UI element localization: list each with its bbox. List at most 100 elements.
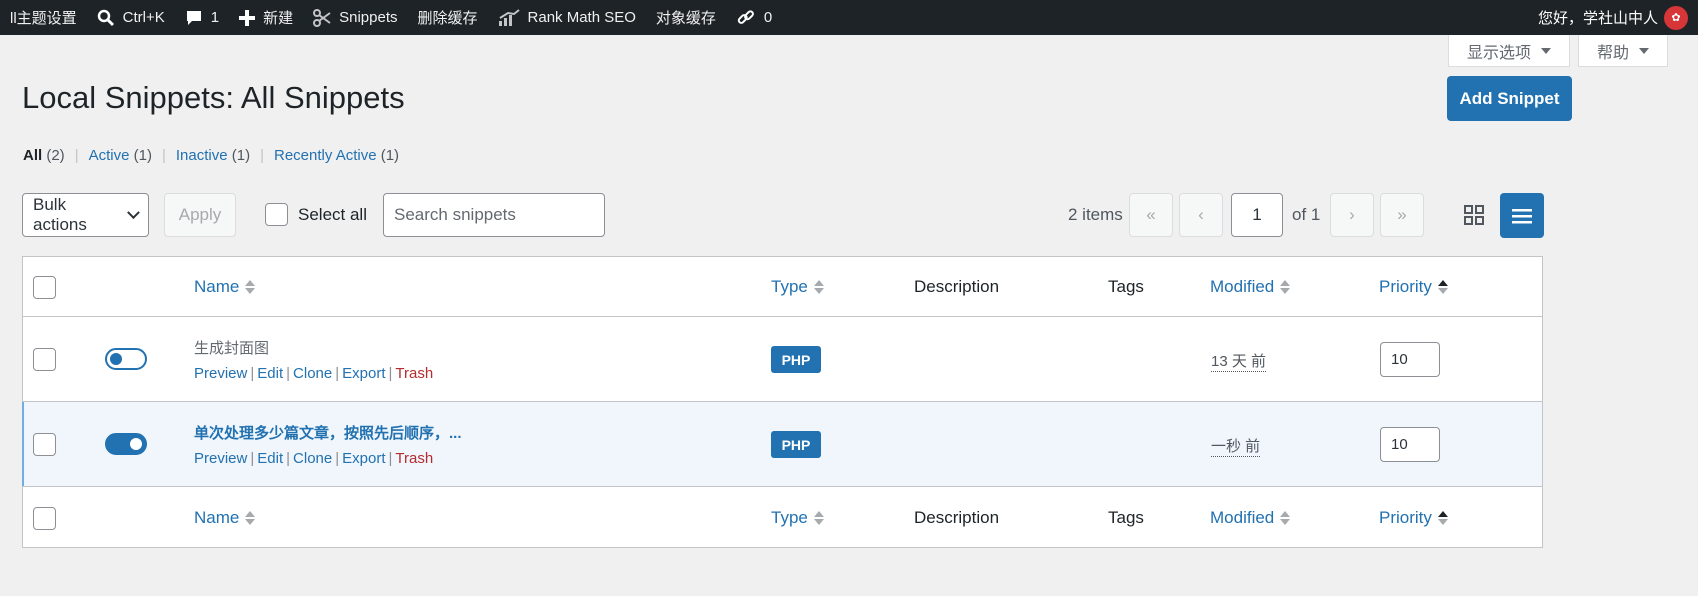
column-name-header[interactable]: Name	[194, 277, 256, 297]
account-menu[interactable]: 您好，学社山中人 ✿	[1538, 0, 1698, 35]
search-menu[interactable]: Ctrl+K	[87, 0, 175, 35]
theme-settings-label: ll主题设置	[10, 10, 77, 27]
type-badge[interactable]: PHP	[771, 346, 821, 373]
column-name-label: Name	[194, 508, 240, 527]
greeting-label: 您好，学社山中人	[1537, 10, 1658, 27]
bulk-actions-select[interactable]: Bulk actions	[22, 193, 149, 237]
column-modified-footer[interactable]: Modified	[1210, 508, 1291, 528]
snippets-label: Snippets	[339, 9, 398, 26]
comments-count: 1	[210, 9, 220, 26]
modified-time: 一秒 前	[1211, 435, 1261, 457]
snippet-name-link[interactable]: 单次处理多少篇文章，按照先后顺序，...	[194, 422, 462, 443]
export-link[interactable]: Export	[342, 365, 385, 382]
edit-link[interactable]: Edit	[257, 365, 283, 382]
filter-inactive-label: Inactive	[175, 147, 228, 164]
clear-cache-menu[interactable]: 删除缓存	[408, 0, 488, 35]
plus-icon	[239, 9, 256, 26]
first-page-button[interactable]: «	[1129, 193, 1173, 237]
edit-link[interactable]: Edit	[257, 450, 283, 467]
new-label: 新建	[263, 10, 294, 27]
snippets-menu[interactable]: Snippets	[303, 0, 407, 35]
links-count: 0	[763, 9, 773, 26]
object-cache-label: 对象缓存	[655, 10, 716, 27]
links-menu[interactable]: 0	[726, 0, 782, 35]
header-select-checkbox[interactable]	[33, 276, 56, 299]
column-description-footer: Description	[914, 508, 1000, 527]
filter-recently-active[interactable]: Recently Active (1)	[274, 147, 399, 164]
rank-math-menu[interactable]: Rank Math SEO	[488, 0, 646, 35]
priority-input[interactable]	[1380, 342, 1440, 377]
snippet-active-toggle[interactable]	[105, 348, 147, 370]
scissors-icon	[313, 8, 331, 27]
footer-select-checkbox[interactable]	[33, 507, 56, 530]
toggle-knob	[110, 353, 122, 365]
new-content-menu[interactable]: 新建	[229, 0, 303, 35]
snippet-active-toggle[interactable]	[105, 433, 147, 455]
select-all-checkbox[interactable]	[265, 203, 288, 226]
filter-active[interactable]: Active (1)	[89, 147, 152, 164]
next-page-button[interactable]: ›	[1330, 193, 1374, 237]
table-header: Name Type Description Tags Modified Prio…	[23, 257, 1542, 317]
sort-icon	[1280, 280, 1291, 294]
filter-all[interactable]: All (2)	[23, 147, 65, 164]
trash-link[interactable]: Trash	[395, 365, 433, 382]
current-page-input[interactable]	[1231, 193, 1283, 237]
select-all-control[interactable]: Select all	[265, 203, 367, 226]
priority-input[interactable]	[1380, 427, 1440, 462]
column-type-label: Type	[771, 508, 808, 527]
help-label: 帮助	[1596, 44, 1629, 62]
row-select-checkbox[interactable]	[33, 348, 56, 371]
prev-page-button[interactable]: ‹	[1179, 193, 1223, 237]
caret-down-icon	[1639, 47, 1649, 54]
caret-down-icon	[1540, 47, 1551, 54]
column-name-label: Name	[194, 277, 240, 296]
trash-link[interactable]: Trash	[395, 450, 433, 467]
last-page-button[interactable]: »	[1380, 193, 1424, 237]
preview-link[interactable]: Preview	[194, 450, 247, 467]
snippet-name-link[interactable]: 生成封面图	[194, 337, 433, 358]
column-type-footer[interactable]: Type	[771, 508, 824, 528]
clone-link[interactable]: Clone	[293, 365, 332, 382]
row-select-checkbox[interactable]	[33, 433, 56, 456]
column-modified-label: Modified	[1210, 508, 1275, 527]
help-button[interactable]: 帮助	[1577, 35, 1668, 67]
admin-bar: ll主题设置 Ctrl+K 1 新建 Snippets 删除缓存 Rank Ma…	[0, 0, 1698, 35]
sort-icon	[1280, 511, 1291, 525]
column-name-footer[interactable]: Name	[194, 508, 256, 528]
filter-all-count: (2)	[46, 147, 65, 164]
row-actions: Preview | Edit | Clone | Export | Trash	[194, 365, 434, 382]
column-type-header[interactable]: Type	[771, 277, 824, 297]
column-modified-header[interactable]: Modified	[1210, 277, 1291, 297]
object-cache-menu[interactable]: 对象缓存	[646, 0, 726, 35]
filter-active-count: (1)	[133, 147, 152, 164]
search-input[interactable]	[383, 193, 605, 237]
screen-options-button[interactable]: 显示选项	[1447, 35, 1570, 67]
type-badge[interactable]: PHP	[771, 431, 821, 458]
theme-settings-menu[interactable]: ll主题设置	[0, 0, 87, 35]
snippet-name-cell: 生成封面图 Preview | Edit | Clone | Export | Trash	[194, 337, 433, 382]
list-view-button[interactable]	[1500, 193, 1544, 238]
rank-math-icon	[498, 8, 520, 26]
add-snippet-button[interactable]: Add Snippet	[1447, 76, 1572, 121]
page-title: Local Snippets: All Snippets	[22, 80, 405, 115]
sort-icon	[245, 511, 256, 525]
comment-icon	[186, 10, 201, 25]
column-priority-header[interactable]: Priority	[1379, 277, 1448, 297]
snippet-name-cell: 单次处理多少篇文章，按照先后顺序，... Preview | Edit | Clone |…	[194, 422, 462, 467]
column-priority-footer[interactable]: Priority	[1379, 508, 1448, 528]
clone-link[interactable]: Clone	[293, 450, 332, 467]
export-link[interactable]: Export	[342, 450, 385, 467]
apply-button[interactable]: Apply	[164, 193, 236, 237]
filter-inactive[interactable]: Inactive (1)	[176, 147, 250, 164]
table-footer: Name Type Description Tags Modified Prio…	[23, 487, 1542, 547]
row-actions: Preview | Edit | Clone | Export | Trash	[194, 450, 434, 467]
link-icon	[737, 9, 754, 24]
snippets-table: Name Type Description Tags Modified Prio…	[22, 256, 1543, 548]
column-priority-label: Priority	[1379, 508, 1432, 527]
screen-meta-links: 显示选项 帮助	[1447, 35, 1668, 67]
column-modified-label: Modified	[1210, 277, 1275, 296]
comments-menu[interactable]: 1	[175, 0, 229, 35]
grid-view-icon[interactable]	[1462, 203, 1486, 227]
preview-link[interactable]: Preview	[194, 365, 247, 382]
filter-all-label: All	[23, 147, 43, 164]
